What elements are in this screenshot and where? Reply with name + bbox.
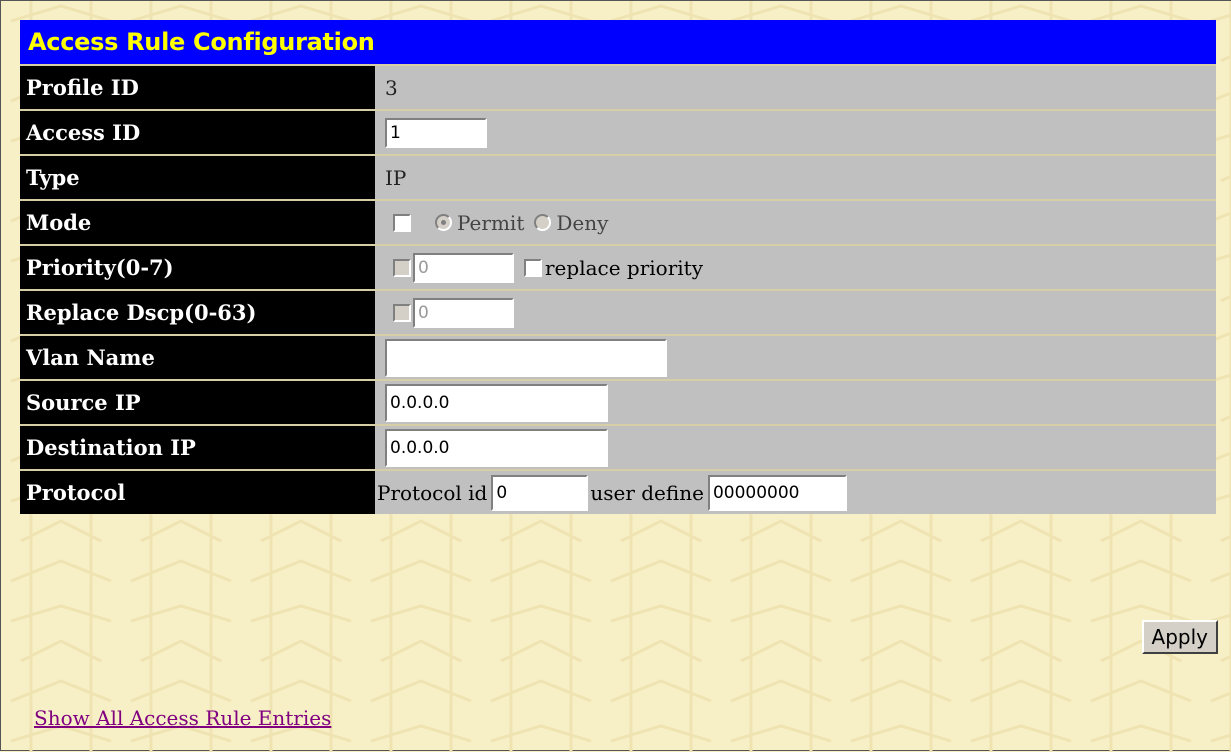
permit-label: Permit xyxy=(457,210,525,235)
protocol-id-label: Protocol id xyxy=(377,480,488,505)
profile-id-label: Profile ID xyxy=(20,66,375,109)
vlan-name-label: Vlan Name xyxy=(20,336,375,379)
source-ip-input[interactable] xyxy=(385,383,608,422)
row-access-id: Access ID xyxy=(20,109,1216,154)
row-replace-dscp: Replace Dscp(0-63) xyxy=(20,289,1216,334)
access-id-label: Access ID xyxy=(20,111,375,154)
apply-button[interactable]: Apply xyxy=(1141,620,1218,654)
page-title: Access Rule Configuration xyxy=(20,20,1216,64)
protocol-id-input[interactable] xyxy=(491,474,589,511)
profile-id-value: 3 xyxy=(375,66,1216,109)
show-all-access-rule-entries-link[interactable]: Show All Access Rule Entries xyxy=(34,706,331,730)
row-type: Type IP xyxy=(20,154,1216,199)
user-define-label: user define xyxy=(590,480,704,505)
mode-label: Mode xyxy=(20,201,375,244)
user-define-input[interactable] xyxy=(707,474,847,511)
row-protocol: Protocol Protocol id user define xyxy=(20,469,1216,514)
priority-checkbox[interactable] xyxy=(393,258,411,277)
replace-dscp-checkbox[interactable] xyxy=(393,303,411,322)
type-value: IP xyxy=(375,156,1216,199)
deny-label: Deny xyxy=(556,210,609,235)
type-label: Type xyxy=(20,156,375,199)
access-rule-panel: Access Rule Configuration Profile ID 3 A… xyxy=(20,20,1216,514)
source-ip-label: Source IP xyxy=(20,381,375,424)
row-mode: Mode Permit Deny xyxy=(20,199,1216,244)
row-destination-ip: Destination IP xyxy=(20,424,1216,469)
destination-ip-input[interactable] xyxy=(385,428,608,467)
permit-radio[interactable] xyxy=(435,214,452,231)
priority-label: Priority(0-7) xyxy=(20,246,375,289)
deny-radio[interactable] xyxy=(534,214,552,231)
replace-dscp-label: Replace Dscp(0-63) xyxy=(20,291,375,334)
row-source-ip: Source IP xyxy=(20,379,1216,424)
row-vlan-name: Vlan Name xyxy=(20,334,1216,379)
replace-priority-checkbox[interactable] xyxy=(524,258,542,277)
mode-checkbox[interactable] xyxy=(393,213,411,232)
access-id-input[interactable] xyxy=(385,117,487,148)
protocol-label: Protocol xyxy=(20,471,375,514)
replace-dscp-input[interactable] xyxy=(413,297,514,328)
vlan-name-input[interactable] xyxy=(385,338,667,377)
replace-priority-label: replace priority xyxy=(545,255,704,280)
priority-input[interactable] xyxy=(413,252,514,283)
destination-ip-label: Destination IP xyxy=(20,426,375,469)
row-priority: Priority(0-7) replace priority xyxy=(20,244,1216,289)
row-profile-id: Profile ID 3 xyxy=(20,64,1216,109)
